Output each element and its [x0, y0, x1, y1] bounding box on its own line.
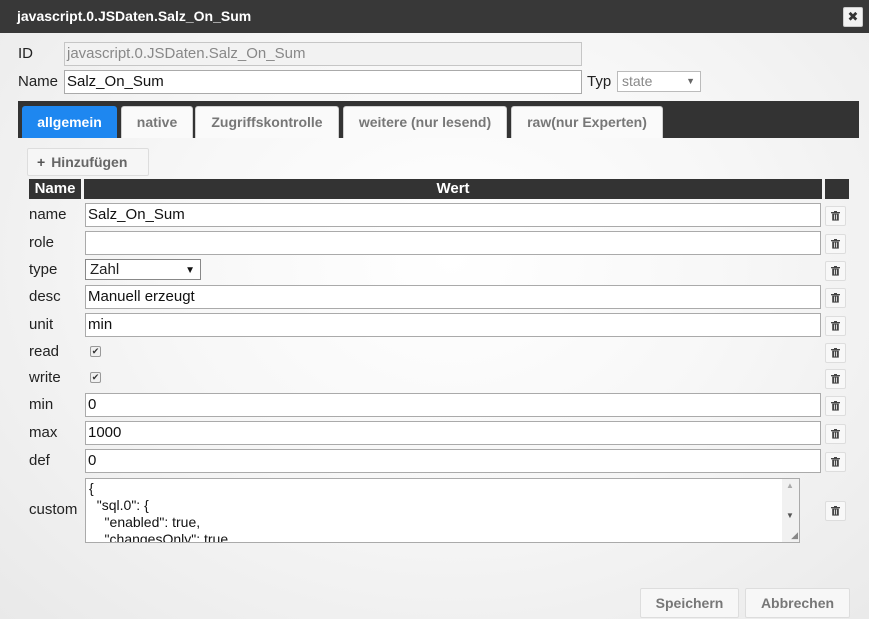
scroll-down-icon[interactable]: ▼	[786, 511, 794, 520]
type-select-value: Zahl	[90, 261, 120, 278]
property-checkbox-read[interactable]: ✔	[90, 346, 101, 357]
property-label-read: read	[29, 343, 60, 360]
trash-icon	[831, 293, 840, 303]
delete-def-button[interactable]	[825, 452, 846, 472]
trash-icon	[831, 211, 840, 221]
id-field: javascript.0.JSDaten.Salz_On_Sum	[64, 42, 582, 66]
custom-json-content: { "sql.0": { "enabled": true, "changesOn…	[89, 480, 233, 543]
delete-type-button[interactable]	[825, 261, 846, 281]
property-label-write: write	[29, 369, 61, 386]
typ-select-value: state	[622, 73, 653, 89]
property-label-type: type	[29, 261, 58, 278]
tab-zugriffskontrolle[interactable]: Zugriffskontrolle	[195, 106, 339, 138]
tab-raw[interactable]: raw(nur Experten)	[511, 106, 663, 138]
chevron-down-icon: ▼	[686, 76, 695, 86]
property-select-type[interactable]: Zahl ▼	[85, 259, 201, 280]
trash-icon	[831, 401, 840, 411]
property-input-role[interactable]	[85, 231, 821, 255]
add-button-label: Hinzufügen	[51, 154, 128, 170]
close-icon: ✖	[847, 9, 859, 24]
column-header-wert: Wert	[84, 179, 822, 199]
scroll-up-icon[interactable]: ▲	[786, 481, 794, 490]
resize-grip-icon[interactable]: ◢	[791, 530, 798, 541]
tab-allgemein[interactable]: allgemein	[22, 106, 117, 138]
checkmark-icon: ✔	[91, 372, 100, 382]
name-field[interactable]: Salz_On_Sum	[64, 70, 582, 94]
save-button[interactable]: Speichern	[640, 588, 739, 618]
property-textarea-custom[interactable]: { "sql.0": { "enabled": true, "changesOn…	[85, 478, 800, 543]
textarea-scrollbar[interactable]: ▲ ▼ ◢	[782, 479, 799, 542]
checkmark-icon: ✔	[91, 346, 100, 356]
delete-unit-button[interactable]	[825, 316, 846, 336]
delete-read-button[interactable]	[825, 343, 846, 363]
property-label-def: def	[29, 452, 50, 469]
property-label-unit: unit	[29, 316, 54, 333]
property-label-desc: desc	[29, 288, 61, 305]
typ-select[interactable]: state ▼	[617, 71, 701, 92]
trash-icon	[831, 457, 840, 467]
delete-name-button[interactable]	[825, 206, 846, 226]
trash-icon	[831, 266, 840, 276]
delete-custom-button[interactable]	[825, 501, 846, 521]
trash-icon	[831, 429, 840, 439]
tab-native[interactable]: native	[121, 106, 193, 138]
property-input-def[interactable]: 0	[85, 449, 821, 473]
property-input-desc[interactable]: Manuell erzeugt	[85, 285, 821, 309]
property-input-unit[interactable]: min	[85, 313, 821, 337]
cancel-button[interactable]: Abbrechen	[745, 588, 850, 618]
typ-label: Typ	[587, 73, 612, 90]
column-header-name: Name	[29, 179, 81, 199]
property-input-min[interactable]: 0	[85, 393, 821, 417]
dialog-titlebar: javascript.0.JSDaten.Salz_On_Sum ✖	[0, 0, 869, 33]
trash-icon	[831, 348, 840, 358]
tab-bar: allgemein native Zugriffskontrolle weite…	[18, 101, 859, 138]
delete-min-button[interactable]	[825, 396, 846, 416]
add-property-button[interactable]: + Hinzufügen	[27, 148, 149, 176]
property-input-name[interactable]: Salz_On_Sum	[85, 203, 821, 227]
delete-role-button[interactable]	[825, 234, 846, 254]
trash-icon	[831, 506, 840, 516]
name-label: Name	[18, 73, 59, 90]
property-label-max: max	[29, 424, 58, 441]
trash-icon	[831, 321, 840, 331]
id-label: ID	[18, 45, 33, 62]
property-label-name: name	[29, 206, 67, 223]
tab-weitere[interactable]: weitere (nur lesend)	[343, 106, 507, 138]
close-button[interactable]: ✖	[843, 7, 863, 27]
delete-max-button[interactable]	[825, 424, 846, 444]
property-input-max[interactable]: 1000	[85, 421, 821, 445]
delete-write-button[interactable]	[825, 369, 846, 389]
property-label-role: role	[29, 234, 55, 251]
column-header-actions	[825, 179, 849, 199]
trash-icon	[831, 239, 840, 249]
trash-icon	[831, 374, 840, 384]
property-checkbox-write[interactable]: ✔	[90, 372, 101, 383]
property-label-custom: custom	[29, 501, 78, 518]
dialog-title: javascript.0.JSDaten.Salz_On_Sum	[17, 8, 252, 24]
property-label-min: min	[29, 396, 54, 413]
chevron-down-icon: ▼	[185, 265, 195, 276]
delete-desc-button[interactable]	[825, 288, 846, 308]
plus-icon: +	[37, 154, 46, 170]
